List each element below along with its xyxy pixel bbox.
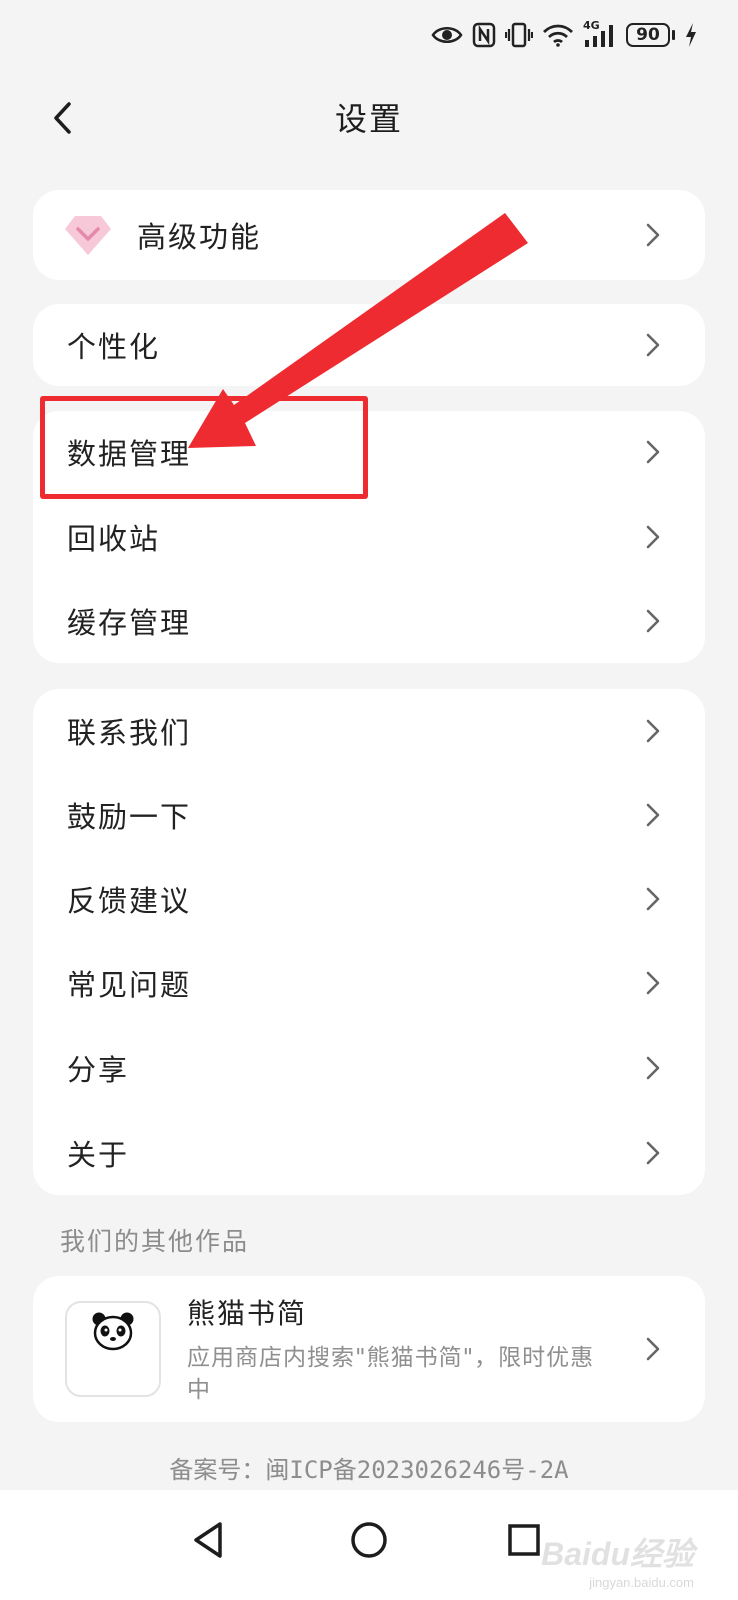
about-row[interactable]: 关于 — [33, 1110, 705, 1195]
wifi-icon — [543, 24, 573, 47]
page-title: 设置 — [334, 100, 403, 138]
signal-4g-icon: 4G — [583, 19, 617, 48]
battery-icon: 90 — [626, 23, 675, 47]
status-bar: 4G 90 — [0, 0, 738, 70]
chevron-right-icon — [646, 1141, 660, 1164]
nav-home-button[interactable] — [339, 1510, 399, 1570]
settings-screen: 4G 90 设置 高级功能 个性化 数据管理 回收站 缓存管理 联系我们 鼓励一… — [0, 0, 738, 1600]
chevron-right-icon — [646, 1337, 660, 1361]
chevron-right-icon — [646, 971, 660, 995]
chevron-right-icon — [646, 719, 660, 743]
share-row[interactable]: 分享 — [33, 1025, 705, 1110]
eye-icon — [431, 27, 463, 43]
chevron-right-icon — [646, 333, 660, 357]
nav-back-button[interactable] — [178, 1510, 238, 1570]
feedback-label: 反馈建议 — [67, 884, 192, 918]
home-circle-icon — [351, 1522, 387, 1558]
header: 设置 — [0, 78, 738, 158]
icp-record-text: 备案号：闽ICP备2023026246号-2A — [169, 1456, 569, 1484]
recycle-bin-row[interactable]: 回收站 — [33, 495, 705, 579]
premium-features-label: 高级功能 — [137, 220, 262, 254]
chevron-right-icon — [646, 525, 660, 549]
premium-card: 高级功能 — [33, 190, 705, 280]
panda-icon — [65, 1301, 161, 1397]
panda-app-row[interactable]: 熊猫书简 应用商店内搜索"熊猫书简"，限时优惠中 — [33, 1276, 705, 1422]
feedback-row[interactable]: 反馈建议 — [33, 857, 705, 941]
other-works-section-label: 我们的其他作品 — [60, 1227, 250, 1256]
vibrate-icon — [505, 22, 533, 48]
baidu-watermark: Baidu经验 jingyan.baidu.com — [541, 1529, 694, 1590]
data-card: 数据管理 回收站 缓存管理 — [33, 411, 705, 663]
data-management-row[interactable]: 数据管理 — [33, 409, 705, 495]
share-label: 分享 — [67, 1052, 130, 1087]
chevron-right-icon — [646, 440, 660, 464]
charging-icon — [686, 23, 696, 47]
watermark-url: jingyan.baidu.com — [589, 1575, 694, 1590]
diamond-icon — [65, 216, 111, 255]
cache-management-row[interactable]: 缓存管理 — [33, 579, 705, 663]
personalize-card: 个性化 — [33, 304, 705, 386]
chevron-right-icon — [646, 803, 660, 827]
chevron-right-icon — [646, 887, 660, 911]
chevron-right-icon — [646, 1056, 660, 1079]
data-management-label: 数据管理 — [67, 437, 192, 471]
cache-management-label: 缓存管理 — [67, 606, 192, 640]
panda-app-text: 熊猫书简 应用商店内搜索"熊猫书简"，限时优惠中 — [187, 1292, 607, 1406]
premium-features-row[interactable]: 高级功能 — [33, 190, 705, 280]
recents-square-icon — [508, 1524, 540, 1556]
chevron-right-icon — [646, 609, 660, 633]
support-card: 联系我们 鼓励一下 反馈建议 常见问题 分享 关于 — [33, 689, 705, 1195]
about-label: 关于 — [67, 1137, 130, 1172]
back-triangle-icon — [194, 1522, 222, 1558]
contact-us-label: 联系我们 — [67, 716, 192, 750]
personalize-row[interactable]: 个性化 — [33, 304, 705, 386]
panda-app-name: 熊猫书简 — [187, 1297, 308, 1330]
faq-row[interactable]: 常见问题 — [33, 941, 705, 1025]
battery-level: 90 — [626, 23, 670, 47]
watermark-logo: Baidu经验 — [541, 1536, 694, 1572]
personalize-label: 个性化 — [67, 330, 161, 364]
contact-us-row[interactable]: 联系我们 — [33, 689, 705, 773]
encourage-row[interactable]: 鼓励一下 — [33, 773, 705, 857]
faq-label: 常见问题 — [67, 968, 192, 1002]
other-app-card: 熊猫书简 应用商店内搜索"熊猫书简"，限时优惠中 — [33, 1276, 705, 1422]
panda-app-description: 应用商店内搜索"熊猫书简"，限时优惠中 — [187, 1345, 595, 1403]
recycle-bin-label: 回收站 — [67, 522, 161, 556]
encourage-label: 鼓励一下 — [67, 800, 192, 834]
chevron-right-icon — [646, 223, 660, 247]
navigation-bar: Baidu经验 jingyan.baidu.com — [0, 1490, 738, 1600]
nfc-icon — [472, 22, 496, 48]
